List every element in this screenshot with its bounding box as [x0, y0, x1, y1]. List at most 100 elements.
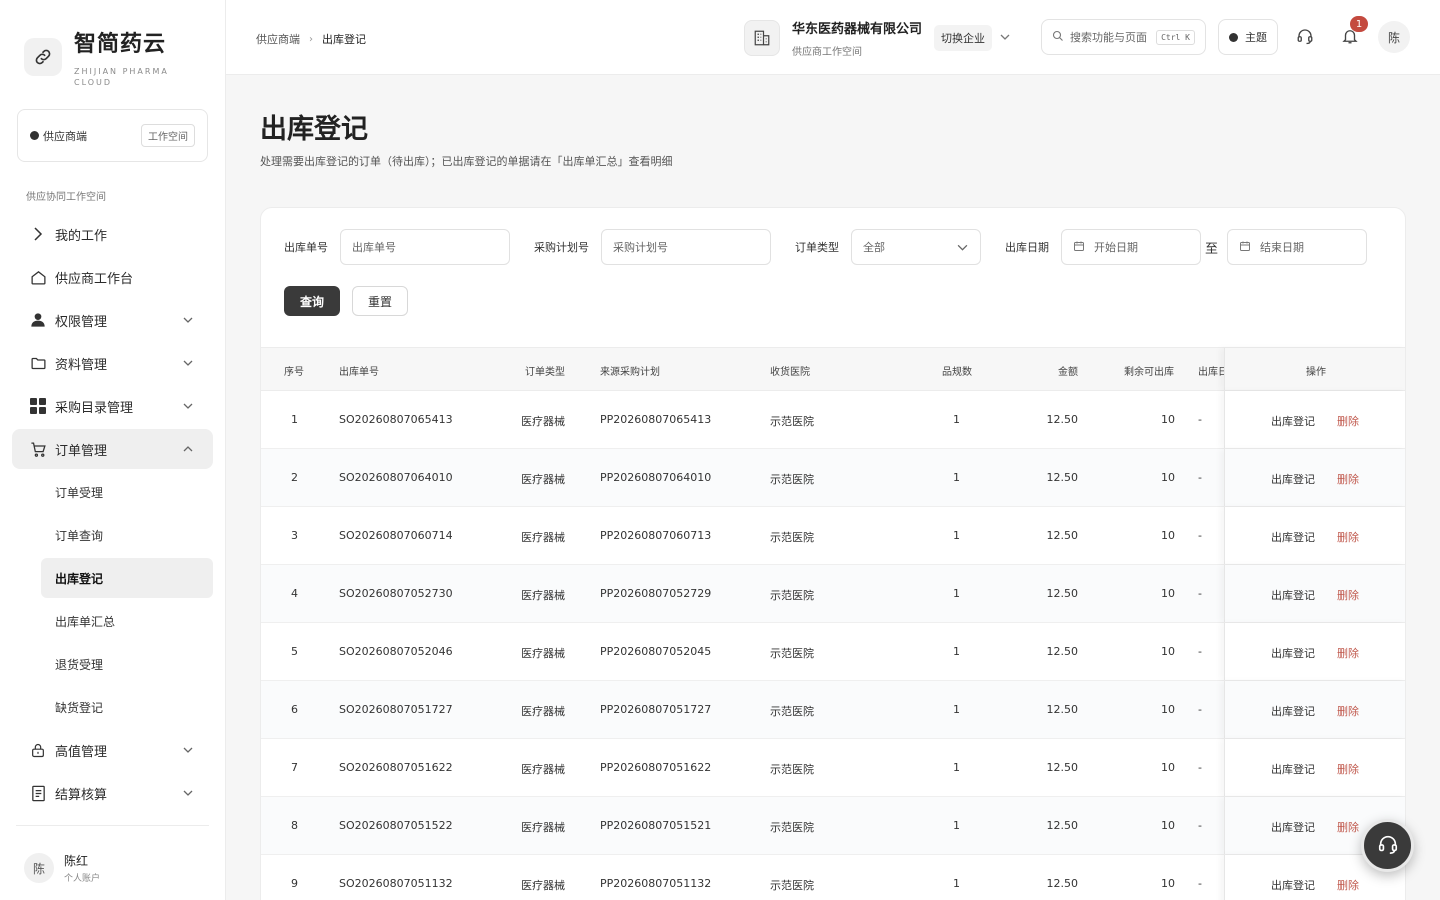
- delete-link[interactable]: 删除: [1337, 529, 1359, 545]
- outbound-register-link[interactable]: 出库登记: [1271, 703, 1315, 719]
- order-type-select[interactable]: 全部: [851, 229, 981, 265]
- sidebar-item-permissions[interactable]: 权限管理: [12, 300, 213, 340]
- cell-hospital: 示范医院: [770, 531, 814, 544]
- delete-link[interactable]: 删除: [1337, 587, 1359, 603]
- search-input[interactable]: 搜索功能与页面 Ctrl K: [1041, 19, 1206, 55]
- end-date-input[interactable]: 结束日期: [1227, 229, 1367, 265]
- cell-out-date: -: [1198, 587, 1202, 600]
- outbound-register-link[interactable]: 出库登记: [1271, 819, 1315, 835]
- cell-index: 3: [291, 529, 298, 542]
- workspace-badge: 工作空间: [141, 124, 195, 147]
- sidebar-subitem-order-accept[interactable]: 订单受理: [41, 472, 213, 512]
- delete-link[interactable]: 删除: [1337, 761, 1359, 777]
- cell-index: 1: [291, 413, 298, 426]
- order-no-input[interactable]: 出库单号: [340, 229, 510, 265]
- sidebar-item-label: 供应商工作台: [55, 271, 134, 287]
- header-source-plan: 来源采购计划: [600, 367, 660, 378]
- sidebar-item-documents[interactable]: 资料管理: [12, 343, 213, 383]
- plan-no-placeholder: 采购计划号: [613, 241, 668, 254]
- reset-button[interactable]: 重置: [352, 286, 408, 316]
- cell-order-no: SO20260807060714: [339, 529, 453, 542]
- outbound-register-link[interactable]: 出库登记: [1271, 471, 1315, 487]
- delete-link[interactable]: 删除: [1337, 471, 1359, 487]
- notifications-button[interactable]: 1: [1335, 16, 1368, 52]
- company-switcher[interactable]: 华东医药器械有限公司 供应商工作空间 切换企业: [744, 18, 1010, 58]
- cell-hospital: 示范医院: [770, 647, 814, 660]
- breadcrumb-separator: ›: [309, 33, 313, 45]
- theme-dot-icon: [1229, 32, 1238, 42]
- ops-cell: 出库登记 删除: [1224, 565, 1405, 622]
- cell-spec-count: 1: [953, 761, 960, 774]
- theme-button[interactable]: 主题: [1218, 19, 1278, 55]
- ops-cell: 出库登记 删除: [1224, 391, 1405, 448]
- cell-order-type: 医疗器械: [521, 763, 565, 776]
- breadcrumb-current: 出库登记: [322, 33, 366, 46]
- cell-index: 6: [291, 703, 298, 716]
- support-button[interactable]: [1290, 22, 1320, 52]
- cell-order-no: SO20260807051622: [339, 761, 453, 774]
- cell-hospital: 示范医院: [770, 705, 814, 718]
- cell-order-no: SO20260807052730: [339, 587, 453, 600]
- cell-spec-count: 1: [953, 471, 960, 484]
- chevron-down-icon[interactable]: [1000, 31, 1010, 45]
- outbound-register-link[interactable]: 出库登记: [1271, 761, 1315, 777]
- sidebar-item-orders[interactable]: 订单管理: [12, 429, 213, 469]
- logo[interactable]: 智简药云 ZHIJIAN PHARMA CLOUD: [24, 32, 174, 88]
- sidebar-item-my-work[interactable]: 我的工作: [12, 214, 213, 254]
- delete-link[interactable]: 删除: [1337, 413, 1359, 429]
- sidebar-item-settlement[interactable]: 结算核算: [12, 773, 213, 813]
- switch-company-button[interactable]: 切换企业: [934, 25, 993, 51]
- sidebar-subitem-shortage[interactable]: 缺货登记: [41, 687, 213, 727]
- calendar-icon: [1239, 240, 1251, 255]
- table-row: 1 SO20260807065413 医疗器械 PP20260807065413 示范医…: [261, 391, 1405, 449]
- cell-source-plan: PP20260807051727: [600, 703, 712, 716]
- table-row: 2 SO20260807064010 医疗器械 PP20260807064010 示范医…: [261, 449, 1405, 507]
- cell-remaining: 10: [1161, 471, 1175, 484]
- sidebar-subitem-outbound-register[interactable]: 出库登记: [41, 558, 213, 598]
- headset-icon: [1296, 27, 1314, 48]
- cell-spec-count: 1: [953, 877, 960, 890]
- cell-out-date: -: [1198, 703, 1202, 716]
- sidebar-item-high-value[interactable]: 高值管理: [12, 730, 213, 770]
- sidebar-item-catalog[interactable]: 采购目录管理: [12, 386, 213, 426]
- plan-no-input[interactable]: 采购计划号: [601, 229, 771, 265]
- sidebar-subitem-returns[interactable]: 退货受理: [41, 644, 213, 684]
- avatar[interactable]: 陈: [1378, 21, 1410, 53]
- start-date-placeholder: 开始日期: [1094, 241, 1138, 254]
- link-icon: [24, 38, 62, 76]
- cell-order-type: 医疗器械: [521, 879, 565, 892]
- notification-badge: 1: [1350, 16, 1368, 32]
- delete-link[interactable]: 删除: [1337, 877, 1359, 893]
- page-title: 出库登记: [260, 114, 368, 145]
- support-fab[interactable]: [1361, 819, 1414, 872]
- outbound-register-link[interactable]: 出库登记: [1271, 877, 1315, 893]
- document-icon: [29, 784, 47, 802]
- table-row: 9 SO20260807051132 医疗器械 PP20260807051132 示范医…: [261, 855, 1405, 900]
- sidebar-subitem-outbound-summary[interactable]: 出库单汇总: [41, 601, 213, 641]
- delete-link[interactable]: 删除: [1337, 645, 1359, 661]
- cell-hospital: 示范医院: [770, 763, 814, 776]
- outbound-register-link[interactable]: 出库登记: [1271, 587, 1315, 603]
- workspace-card[interactable]: 供应商端 工作空间: [17, 109, 208, 162]
- start-date-input[interactable]: 开始日期: [1061, 229, 1201, 265]
- outbound-register-link[interactable]: 出库登记: [1271, 529, 1315, 545]
- delete-link[interactable]: 删除: [1337, 819, 1359, 835]
- cell-order-type: 医疗器械: [521, 821, 565, 834]
- table-row: 3 SO20260807060714 医疗器械 PP20260807060713 示范医…: [261, 507, 1405, 565]
- sidebar-item-label: 权限管理: [55, 314, 108, 330]
- outbound-register-link[interactable]: 出库登记: [1271, 413, 1315, 429]
- company-subtitle: 供应商工作空间: [792, 47, 862, 58]
- outbound-register-link[interactable]: 出库登记: [1271, 645, 1315, 661]
- delete-link[interactable]: 删除: [1337, 703, 1359, 719]
- cell-out-date: -: [1198, 413, 1202, 426]
- app-subtitle: ZHIJIAN PHARMA CLOUD: [74, 67, 169, 87]
- breadcrumb-root[interactable]: 供应商端: [256, 31, 300, 47]
- cell-hospital: 示范医院: [770, 589, 814, 602]
- query-button[interactable]: 查询: [284, 286, 340, 316]
- user-profile[interactable]: 陈 陈红 个人账户: [24, 852, 100, 884]
- sidebar-item-workbench[interactable]: 供应商工作台: [12, 257, 213, 297]
- chevron-down-icon: [183, 314, 193, 329]
- sidebar-subitem-order-query[interactable]: 订单查询: [41, 515, 213, 555]
- plan-no-label: 采购计划号: [534, 241, 589, 254]
- cell-index: 5: [291, 645, 298, 658]
